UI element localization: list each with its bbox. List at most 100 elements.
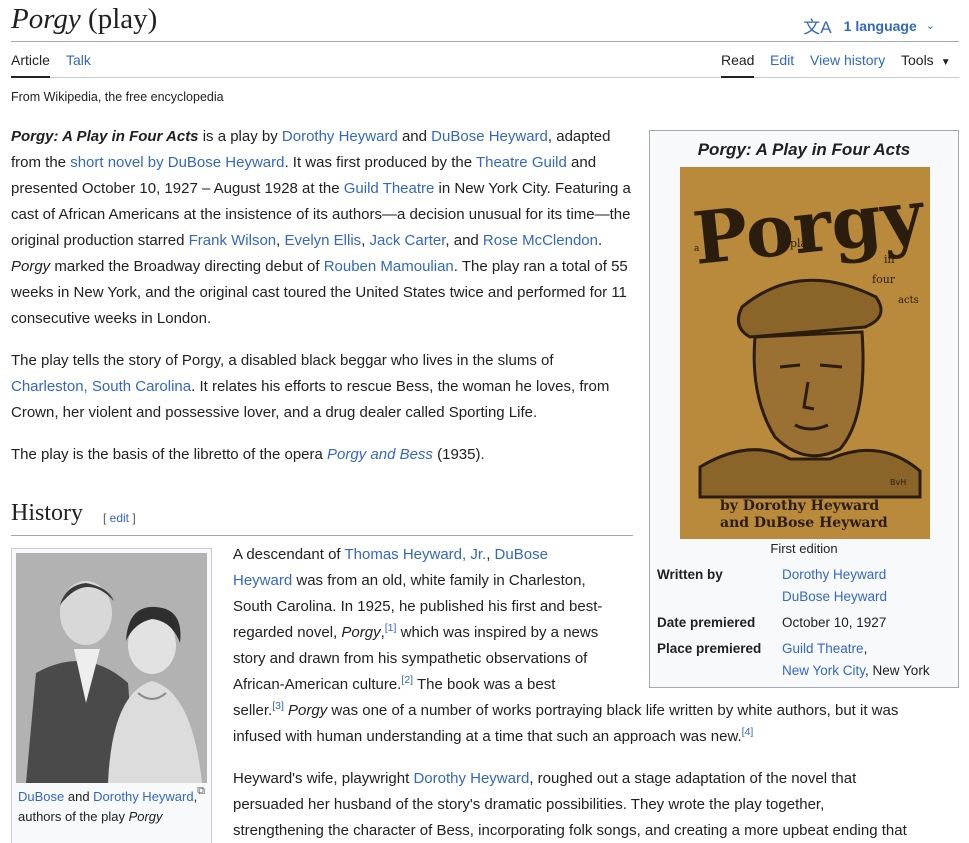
reference-link[interactable]: [4] [742,726,754,738]
infobox-label: Written by [657,567,723,582]
infobox-value: Dorothy Heyward DuBose Heyward [782,564,887,607]
book-cover-image[interactable]: Porgy a play in four acts BvH by Dorothy… [680,167,930,539]
infobox-row-written-by: Written by Dorothy Heyward DuBose Heywar… [657,564,953,608]
infobox-value: October 10, 1927 [782,615,887,630]
tools-menu-label: Tools [901,52,934,68]
italic-title: Porgy [11,258,51,275]
link-dorothy-heyward[interactable]: Dorothy Heyward [782,567,886,582]
text: A descendant of [233,546,345,563]
italic-title: Porgy [283,702,328,719]
text: regarded novel, [233,624,342,641]
text: , [361,232,370,249]
text: and [64,789,94,804]
history-heading: History [ edit ] [11,500,633,536]
photo-thumbnail: ⧉ DuBose and Dorothy Heyward, authors of… [11,548,212,843]
text-line: story and drawn from his sympathetic obs… [233,650,588,667]
italic-title: Porgy [128,809,163,824]
title-bar: Porgy (play) 文A 1 language ⌄ [11,0,959,42]
intro-paragraph-3: The play is the basis of the libretto of… [11,442,633,468]
link-label: Porgy and Bess [327,446,433,463]
authors-photo-art [16,553,207,783]
tab-view-history[interactable]: View history [810,52,885,76]
tools-menu[interactable]: Tools ▼ [901,52,951,76]
text-line: infused with human understanding at a ti… [233,724,753,750]
italic-title: Porgy [341,624,381,641]
reference-link[interactable]: [3] [272,700,284,712]
text: , New York [865,662,930,678]
infobox-value: Guild Theatre, New York City, New York [782,638,930,681]
link-guild-theatre[interactable]: Guild Theatre [782,641,864,656]
intro-paragraph-1: Porgy: A Play in Four Acts is a play by … [11,124,633,332]
text: seller. [233,702,273,719]
edit-section-link[interactable]: edit [110,511,129,525]
photo-caption: DuBose and Dorothy Heyward, authors of t… [18,787,208,827]
link-dubose-heyward[interactable]: DuBose Heyward [782,589,887,604]
link-short-novel[interactable]: short novel by DuBose Heyward [70,154,284,171]
text-line: Heyward's wife, playwright Dorothy Heywa… [233,766,856,792]
link-rose-mcclendon[interactable]: Rose McClendon [483,232,598,249]
link-frank-wilson[interactable]: Frank Wilson [189,232,277,249]
chevron-down-icon: ⌄ [925,20,935,32]
comma: , [863,641,868,656]
page-title-paren: (play) [80,3,158,35]
text: is a play by [198,128,282,145]
text: , [486,546,495,563]
link-theatre-guild[interactable]: Theatre Guild [476,154,567,171]
infobox-caption: First edition [770,541,838,556]
link-dubose-heyward[interactable]: Heyward [233,572,292,589]
cover-word-a: a [694,244,700,254]
text: , roughed out a stage adaptation of the … [529,770,857,787]
bracket: ] [129,511,136,525]
reference-link[interactable]: [2] [401,674,413,686]
text-line: seller.[3] Porgy was one of a number of … [233,698,898,724]
cover-byline-1: by Dorothy Heyward [720,498,879,514]
site-tagline: From Wikipedia, the free encyclopedia [11,90,224,104]
tab-talk[interactable]: Talk [66,52,91,76]
text-line: A descendant of Thomas Heyward, Jr., DuB… [233,542,548,568]
cover-word-play: play [790,237,814,250]
page-title-main: Porgy [11,3,81,35]
link-dubose-heyward[interactable]: DuBose Heyward [431,128,548,145]
text-line: African-American culture.[2] The book wa… [233,672,555,698]
intro-paragraph-2: The play tells the story of Porgy, a dis… [11,348,633,426]
link-porgy-and-bess[interactable]: Porgy and Bess [327,446,433,463]
text: The play tells the story of Porgy, a dis… [11,352,554,369]
text-line: Heyward was from an old, white family in… [233,568,586,594]
cover-word-four: four [872,273,896,286]
text-line: South Carolina. In 1925, he published hi… [233,598,603,615]
text: Heyward's wife, playwright [233,770,414,787]
link-dorothy-heyward[interactable]: Dorothy Heyward [413,770,529,787]
tab-edit[interactable]: Edit [770,52,794,76]
link-guild-theatre[interactable]: Guild Theatre [344,180,435,197]
authors-photo[interactable] [16,553,207,783]
link-jack-carter[interactable]: Jack Carter [370,232,446,249]
text: which was inspired by a news [396,624,599,641]
link-dubose-heyward[interactable]: DuBose [495,546,548,563]
link-charleston[interactable]: Charleston, South Carolina [11,378,191,395]
language-button[interactable]: 文A 1 language ⌄ [803,13,935,38]
link-dorothy-heyward[interactable]: Dorothy Heyward [282,128,398,145]
link-rouben-mamoulian[interactable]: Rouben Mamoulian [324,258,454,275]
infobox-title: Porgy: A Play in Four Acts [697,140,911,159]
translate-icon: 文A [803,18,832,37]
link-new-york-city[interactable]: New York City [782,663,865,678]
cover-word-in: in [884,253,895,266]
cover-word-acts: acts [898,295,919,306]
book-cover-art: Porgy a play in four acts BvH by Dorothy… [680,167,930,539]
infobox-label: Place premiered [657,641,762,656]
text: , and [445,232,483,249]
text: African-American culture. [233,676,402,693]
link-evelyn-ellis[interactable]: Evelyn Ellis [284,232,361,249]
text-line: strengthening the character of Bess, inc… [233,822,907,839]
page-title: Porgy (play) [11,3,157,36]
link-dorothy-heyward[interactable]: Dorothy Heyward [93,789,193,804]
section-edit: [ edit ] [103,511,136,525]
link-dubose[interactable]: DuBose [18,789,64,804]
text: . It was first produced by the [284,154,476,171]
reference-link[interactable]: [1] [385,622,397,634]
text: infused with human understanding at a ti… [233,728,742,745]
link-thomas-heyward[interactable]: Thomas Heyward, Jr. [344,546,486,563]
tab-article[interactable]: Article [11,52,50,78]
tab-read[interactable]: Read [721,52,755,78]
bracket: [ [103,511,110,525]
